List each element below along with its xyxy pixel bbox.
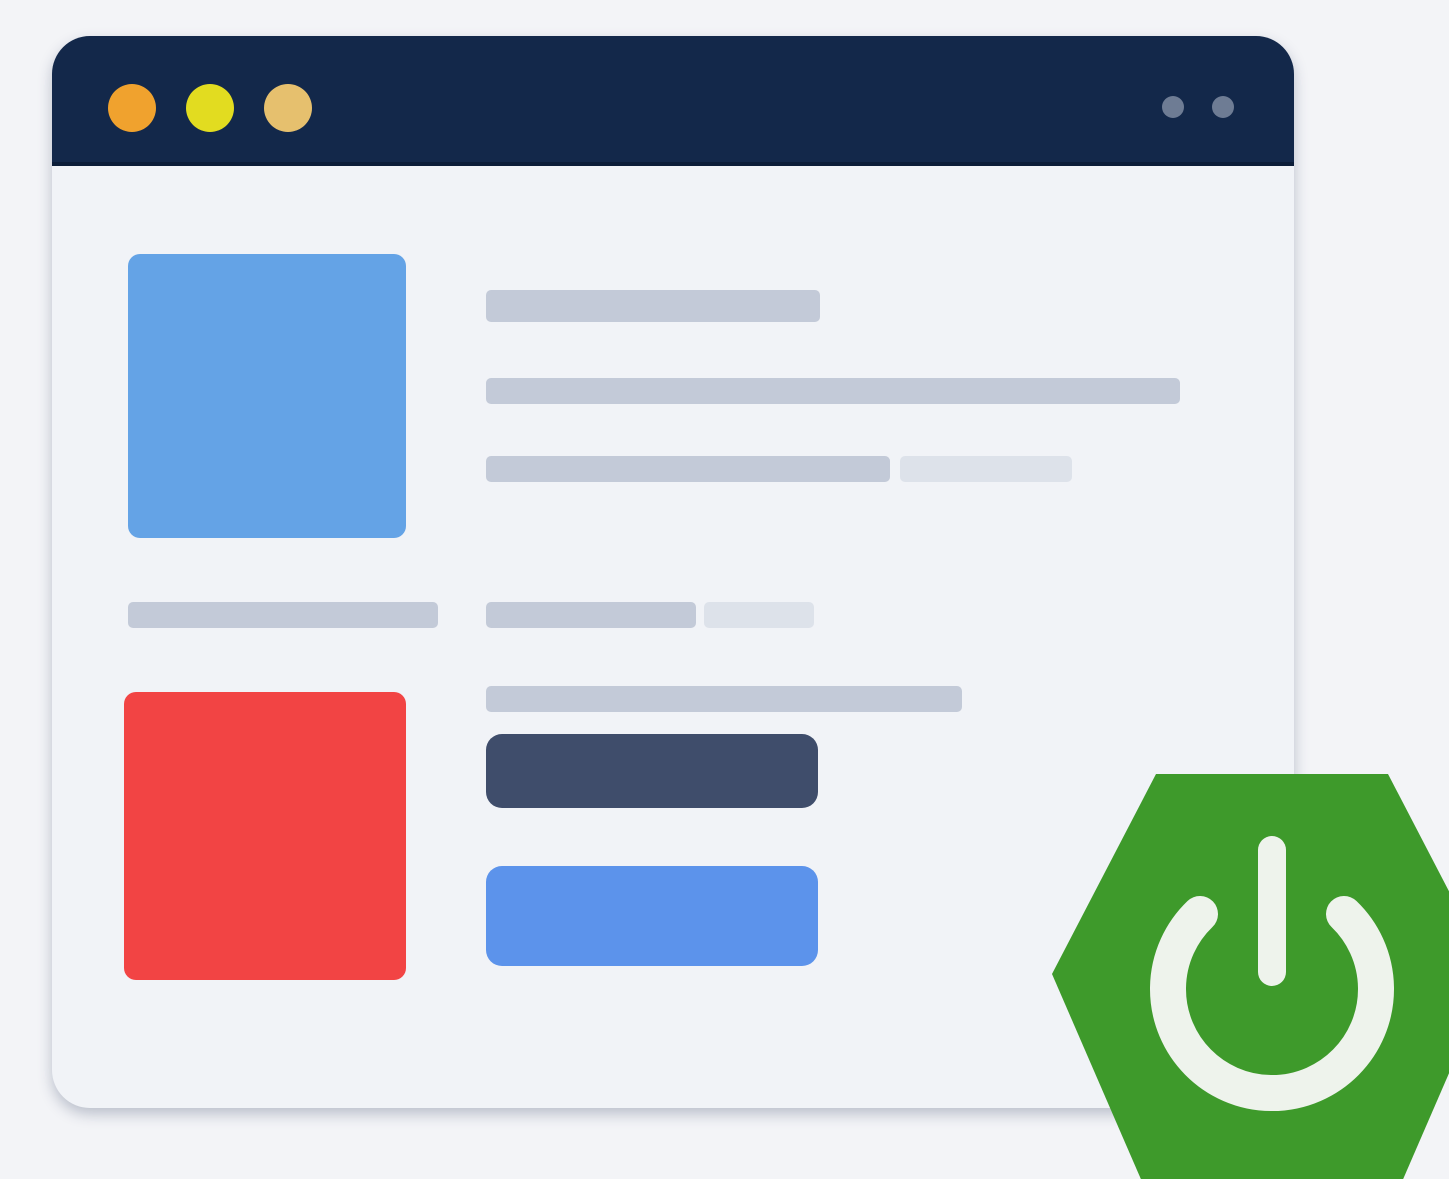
text-line-placeholder <box>486 686 962 712</box>
minimize-button[interactable] <box>186 84 234 132</box>
image-placeholder-red <box>124 692 406 980</box>
secondary-button-placeholder[interactable] <box>486 866 818 966</box>
heading-placeholder <box>486 290 820 322</box>
window-titlebar <box>52 36 1294 166</box>
image-placeholder-blue <box>128 254 406 538</box>
text-line-placeholder <box>486 456 890 482</box>
maximize-button[interactable] <box>264 84 312 132</box>
primary-button-placeholder[interactable] <box>486 734 818 808</box>
window-control-dot[interactable] <box>1212 96 1234 118</box>
window-control-dot[interactable] <box>1162 96 1184 118</box>
text-line-placeholder <box>486 378 1180 404</box>
close-button[interactable] <box>108 84 156 132</box>
section-label-placeholder <box>486 602 696 628</box>
illustration <box>0 0 1449 1179</box>
section-label-placeholder <box>704 602 814 628</box>
text-line-placeholder <box>900 456 1072 482</box>
power-badge[interactable] <box>1052 774 1449 1179</box>
section-label-placeholder <box>128 602 438 628</box>
